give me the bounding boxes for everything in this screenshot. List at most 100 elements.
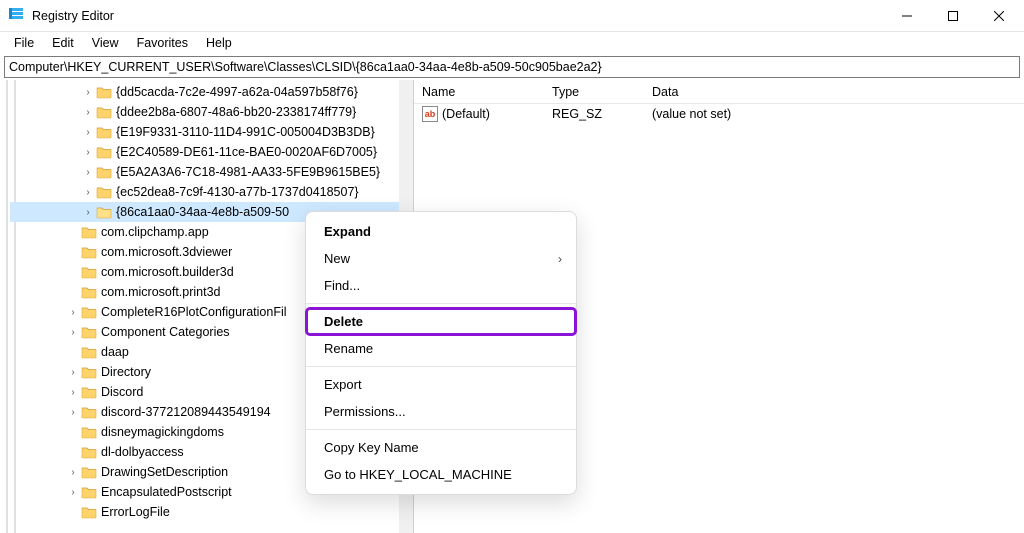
tree-item-label: {E19F9331-3110-11D4-991C-005004D3B3DB} [116, 125, 375, 139]
close-button[interactable] [976, 0, 1022, 32]
tree-item-label: {dd5cacda-7c2e-4997-a62a-04a597b58f76} [116, 85, 358, 99]
col-data[interactable]: Data [652, 85, 1024, 99]
tree-item[interactable]: › ErrorLogFile [10, 502, 399, 522]
address-path: Computer\HKEY_CURRENT_USER\Software\Clas… [9, 60, 602, 74]
expand-chevron-icon[interactable]: › [67, 487, 81, 498]
ctx-find[interactable]: Find... [306, 272, 576, 299]
folder-icon [96, 125, 112, 139]
ctx-new[interactable]: New › [306, 245, 576, 272]
folder-icon [81, 345, 97, 359]
tree-item-label: {ddee2b8a-6807-48a6-bb20-2338174ff779} [116, 105, 356, 119]
menu-favorites[interactable]: Favorites [129, 34, 196, 52]
tree-item[interactable]: › {dd5cacda-7c2e-4997-a62a-04a597b58f76} [10, 82, 399, 102]
tree-item-label: {E2C40589-DE61-11ce-BAE0-0020AF6D7005} [116, 145, 377, 159]
tree-item-label: discord-377212089443549194 [101, 405, 271, 419]
tree-item[interactable]: › {E5A2A3A6-7C18-4981-AA33-5FE9B9615BE5} [10, 162, 399, 182]
expand-chevron-icon[interactable]: › [67, 367, 81, 378]
address-bar[interactable]: Computer\HKEY_CURRENT_USER\Software\Clas… [4, 56, 1020, 78]
tree-item[interactable]: › {ddee2b8a-6807-48a6-bb20-2338174ff779} [10, 102, 399, 122]
expand-chevron-icon[interactable]: › [82, 187, 96, 198]
menu-edit[interactable]: Edit [44, 34, 82, 52]
context-menu: Expand New › Find... Delete Rename Expor… [305, 211, 577, 495]
folder-icon [81, 365, 97, 379]
expand-chevron-icon[interactable]: › [67, 327, 81, 338]
expand-chevron-icon[interactable]: › [67, 307, 81, 318]
tree-item[interactable]: › {E19F9331-3110-11D4-991C-005004D3B3DB} [10, 122, 399, 142]
ctx-separator [306, 429, 576, 430]
folder-icon [96, 205, 112, 219]
folder-icon [81, 465, 97, 479]
tree-item-label: Discord [101, 385, 143, 399]
ctx-export[interactable]: Export [306, 371, 576, 398]
col-type[interactable]: Type [552, 85, 652, 99]
expand-chevron-icon[interactable]: › [82, 147, 96, 158]
expand-chevron-icon[interactable]: › [82, 127, 96, 138]
expand-chevron-icon[interactable]: › [82, 107, 96, 118]
ctx-goto-hklm[interactable]: Go to HKEY_LOCAL_MACHINE [306, 461, 576, 488]
folder-icon [81, 505, 97, 519]
folder-icon [81, 385, 97, 399]
expand-chevron-icon[interactable]: › [67, 407, 81, 418]
expand-chevron-icon[interactable]: › [82, 87, 96, 98]
folder-icon [81, 425, 97, 439]
tree-item-label: com.microsoft.builder3d [101, 265, 234, 279]
chevron-right-icon: › [558, 252, 562, 266]
ctx-expand[interactable]: Expand [306, 218, 576, 245]
folder-icon [96, 145, 112, 159]
list-row[interactable]: ab (Default) REG_SZ (value not set) [414, 104, 1024, 124]
ctx-separator [306, 366, 576, 367]
folder-icon [81, 325, 97, 339]
value-type: REG_SZ [552, 107, 652, 121]
folder-icon [81, 445, 97, 459]
menu-view[interactable]: View [84, 34, 127, 52]
folder-icon [96, 185, 112, 199]
ctx-rename[interactable]: Rename [306, 335, 576, 362]
tree-item-label: {E5A2A3A6-7C18-4981-AA33-5FE9B9615BE5} [116, 165, 380, 179]
folder-icon [81, 405, 97, 419]
tree-item-label: Directory [101, 365, 151, 379]
tree-item-label: disneymagickingdoms [101, 425, 224, 439]
tree-item-label: daap [101, 345, 129, 359]
tree-item[interactable]: › {E2C40589-DE61-11ce-BAE0-0020AF6D7005} [10, 142, 399, 162]
folder-icon [81, 285, 97, 299]
tree-item[interactable]: › {ec52dea8-7c9f-4130-a77b-1737d0418507} [10, 182, 399, 202]
tree-item-label: {ec52dea8-7c9f-4130-a77b-1737d0418507} [116, 185, 359, 199]
folder-icon [96, 105, 112, 119]
expand-chevron-icon[interactable]: › [82, 207, 96, 218]
expand-chevron-icon[interactable]: › [82, 167, 96, 178]
ctx-new-label: New [324, 251, 350, 266]
window-title: Registry Editor [32, 9, 114, 23]
tree-item-label: Component Categories [101, 325, 230, 339]
ctx-separator [306, 303, 576, 304]
folder-icon [81, 305, 97, 319]
tree-item-label: dl-dolbyaccess [101, 445, 184, 459]
tree-item-label: {86ca1aa0-34aa-4e8b-a509-50 [116, 205, 289, 219]
minimize-button[interactable] [884, 0, 930, 32]
menubar: File Edit View Favorites Help [0, 32, 1024, 54]
menu-file[interactable]: File [6, 34, 42, 52]
folder-icon [81, 225, 97, 239]
titlebar: Registry Editor [0, 0, 1024, 32]
tree-item-label: com.microsoft.print3d [101, 285, 220, 299]
tree-item-label: CompleteR16PlotConfigurationFil [101, 305, 287, 319]
regedit-icon [8, 6, 24, 25]
ctx-copy-key[interactable]: Copy Key Name [306, 434, 576, 461]
tree-item-label: com.clipchamp.app [101, 225, 209, 239]
ctx-delete[interactable]: Delete [306, 308, 576, 335]
string-value-icon: ab [422, 106, 438, 122]
folder-icon [81, 265, 97, 279]
maximize-button[interactable] [930, 0, 976, 32]
list-header[interactable]: Name Type Data [414, 80, 1024, 104]
col-name[interactable]: Name [422, 85, 552, 99]
window-controls [884, 0, 1022, 32]
ctx-permissions[interactable]: Permissions... [306, 398, 576, 425]
folder-icon [81, 485, 97, 499]
folder-icon [96, 85, 112, 99]
folder-icon [96, 165, 112, 179]
tree-item-label: EncapsulatedPostscript [101, 485, 232, 499]
value-name: (Default) [442, 107, 552, 121]
expand-chevron-icon[interactable]: › [67, 467, 81, 478]
value-data: (value not set) [652, 107, 1024, 121]
menu-help[interactable]: Help [198, 34, 240, 52]
expand-chevron-icon[interactable]: › [67, 387, 81, 398]
